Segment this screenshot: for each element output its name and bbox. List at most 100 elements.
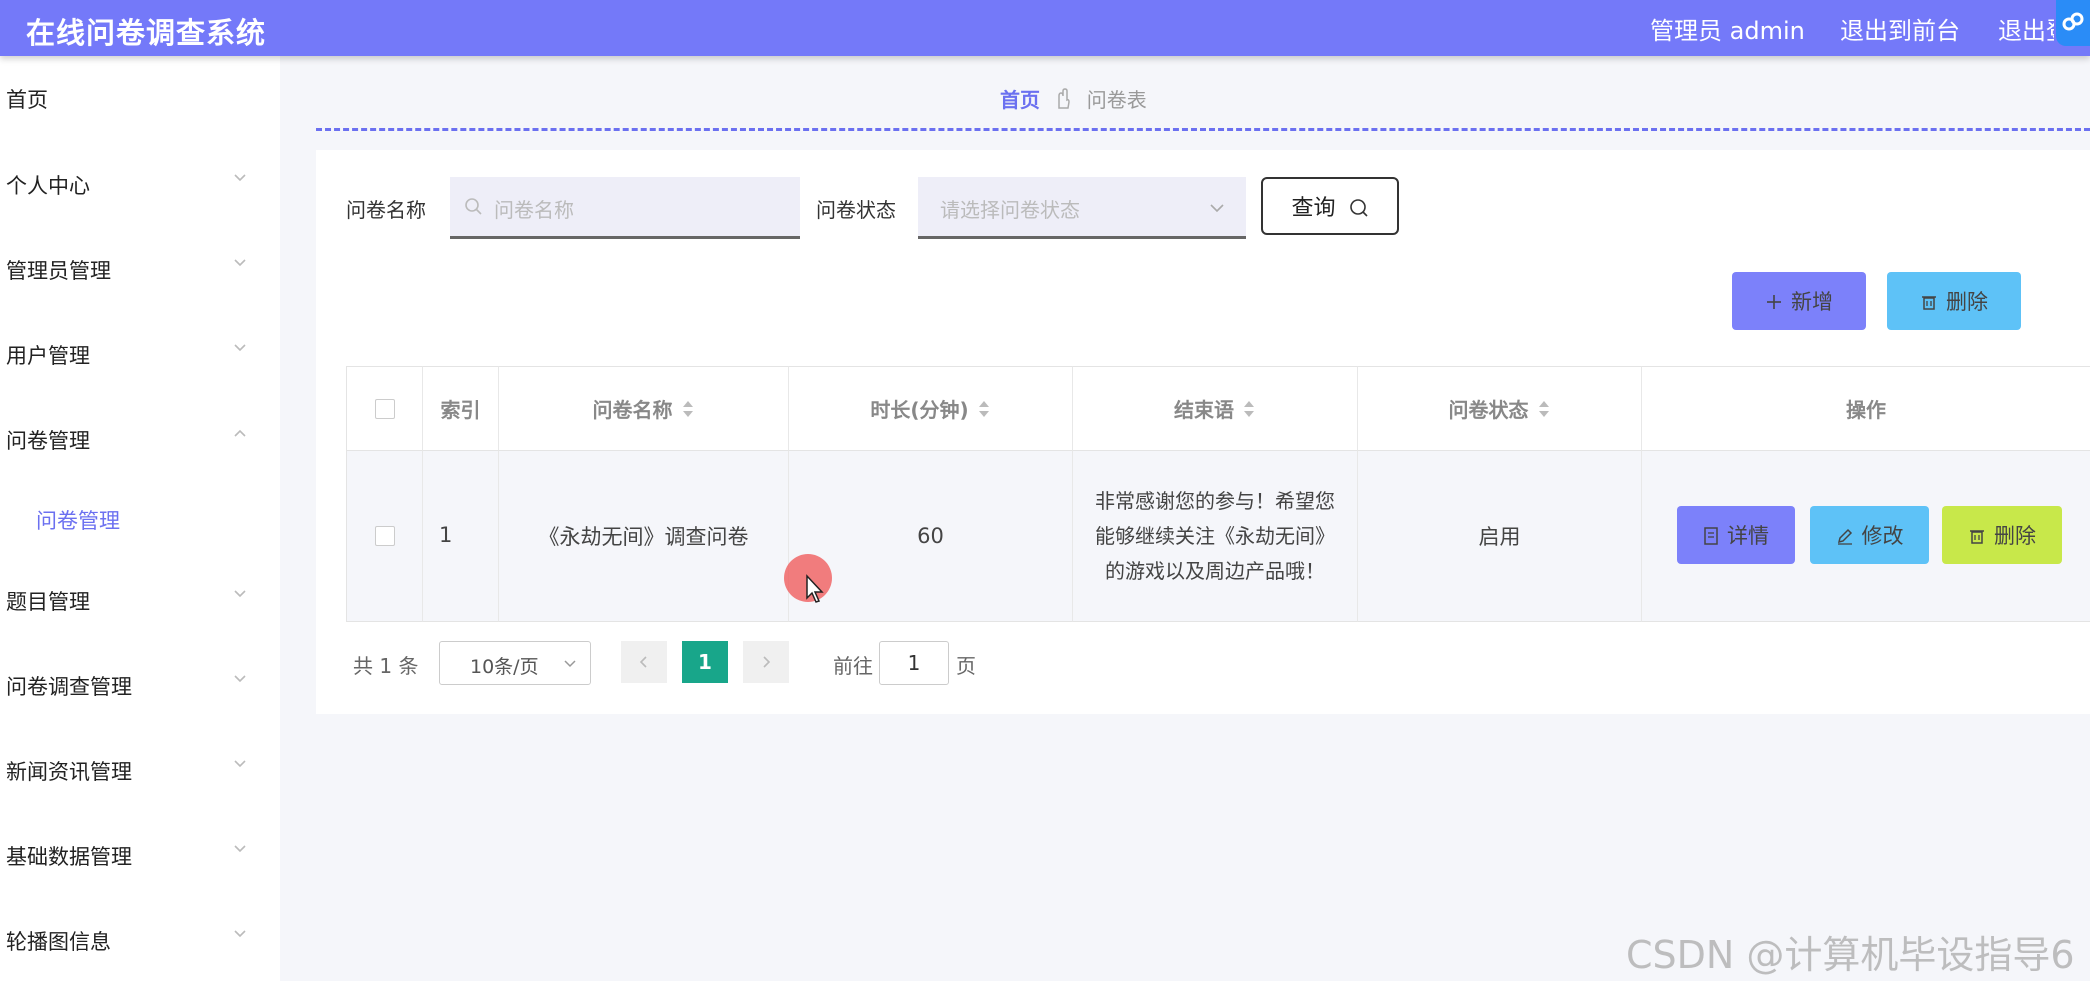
sidebar-item-label: 题目管理 <box>6 590 90 614</box>
breadcrumb-current: 问卷表 <box>1086 88 1147 112</box>
survey-name-input[interactable]: 问卷名称 <box>450 177 800 239</box>
sidebar-item-base-data[interactable]: 基础数据管理 <box>0 835 260 875</box>
column-header-label: 问卷状态 <box>1448 398 1529 422</box>
survey-status-label: 问卷状态 <box>816 198 896 222</box>
chevron-down-icon <box>234 590 246 598</box>
column-header-actions: 操作 <box>1642 366 2090 450</box>
page-suffix-label: 页 <box>956 654 976 678</box>
main-card: 问卷名称 问卷名称 问卷状态 请选择问卷状态 查询 新增 删除 索引 问卷名称 … <box>316 150 2090 714</box>
column-header-status[interactable]: 问卷状态 <box>1358 366 1642 450</box>
sort-icon[interactable] <box>977 399 991 419</box>
chevron-down-icon <box>234 174 246 182</box>
sidebar-item-label: 用户管理 <box>6 344 90 368</box>
edit-button[interactable]: 修改 <box>1810 506 1929 564</box>
survey-status-placeholder: 请选择问卷状态 <box>940 198 1080 222</box>
column-header-duration[interactable]: 时长(分钟) <box>789 366 1073 450</box>
detail-button[interactable]: 详情 <box>1677 506 1795 564</box>
sidebar-subitem-survey-manage[interactable]: 问卷管理 <box>36 505 120 535</box>
page-number-current[interactable]: 1 <box>682 641 728 683</box>
page-size-select[interactable]: 10条/页 <box>439 641 591 685</box>
sidebar-item-survey-investigation[interactable]: 问卷调查管理 <box>0 665 260 705</box>
select-all-checkbox[interactable] <box>374 398 395 419</box>
row-closing: 非常感谢您的参与！希望您能够继续关注《永劫无间》的游戏以及周边产品哦！ <box>1095 488 1335 583</box>
next-page-button[interactable] <box>743 641 789 683</box>
prev-page-button[interactable] <box>621 641 667 683</box>
chevron-down-icon <box>234 259 246 267</box>
sort-icon[interactable] <box>1537 399 1551 419</box>
chevron-down-icon <box>234 675 246 683</box>
goto-page-input[interactable]: 1 <box>879 641 949 685</box>
column-header-label: 时长(分钟) <box>870 398 969 422</box>
app-title: 在线问卷调查系统 <box>26 16 267 50</box>
edit-button-label: 修改 <box>1861 524 1904 548</box>
goto-label: 前往 <box>833 654 873 678</box>
pencil-icon <box>1836 527 1854 551</box>
query-button[interactable]: 查询 <box>1261 177 1399 235</box>
admin-user-label: 管理员 admin <box>1650 17 1805 45</box>
trash-icon <box>1968 527 1986 551</box>
chevron-down-icon <box>234 344 246 352</box>
sidebar-item-label: 个人中心 <box>6 174 90 198</box>
breadcrumb: 首页 问卷表 <box>1000 84 1147 113</box>
detail-button-label: 详情 <box>1727 524 1769 548</box>
link-icon <box>2062 12 2084 31</box>
column-header-name[interactable]: 问卷名称 <box>499 366 789 450</box>
floating-tool-button[interactable] <box>2056 0 2090 46</box>
plus-icon <box>1765 293 1783 317</box>
row-status-cell: 启用 <box>1358 450 1642 622</box>
sidebar-item-admin-manage[interactable]: 管理员管理 <box>0 249 260 289</box>
logout-link[interactable]: 退出登录 <box>1998 11 2054 46</box>
column-header-label: 结束语 <box>1174 398 1234 422</box>
sidebar-item-label: 问卷调查管理 <box>6 675 132 699</box>
row-index: 1 <box>439 523 453 547</box>
document-icon <box>1703 526 1719 551</box>
row-duration: 60 <box>917 524 944 548</box>
chevron-up-icon <box>234 429 246 437</box>
column-header-closing[interactable]: 结束语 <box>1073 366 1358 450</box>
sidebar-item-label: 轮播图信息 <box>6 930 111 954</box>
sort-icon[interactable] <box>1242 399 1256 419</box>
column-header-label: 问卷名称 <box>592 398 673 422</box>
row-name: 《永劫无间》调查问卷 <box>538 525 749 549</box>
row-checkbox-cell <box>346 450 423 622</box>
row-duration-cell: 60 <box>789 450 1073 622</box>
sidebar-item-user-manage[interactable]: 用户管理 <box>0 334 260 374</box>
chevron-down-icon <box>234 845 246 853</box>
chevron-down-icon <box>234 930 246 938</box>
breadcrumb-home[interactable]: 首页 <box>1000 88 1040 112</box>
add-button-label: 新增 <box>1791 290 1833 314</box>
exit-to-front-link[interactable]: 退出到前台 <box>1840 11 1960 46</box>
pagination-total: 共 1 条 <box>353 654 419 678</box>
add-button[interactable]: 新增 <box>1732 272 1866 330</box>
trash-icon <box>1920 293 1938 317</box>
row-checkbox[interactable] <box>374 526 395 546</box>
dashed-divider <box>316 128 2090 131</box>
column-header-label: 操作 <box>1846 398 1886 422</box>
search-icon <box>465 198 482 215</box>
sidebar-item-home[interactable]: 首页 <box>0 78 260 118</box>
watermark: CSDN @计算机毕设指导6 <box>1626 933 2075 977</box>
query-button-label: 查询 <box>1291 196 1336 221</box>
chevron-left-icon <box>639 656 647 668</box>
sidebar-item-survey-manage[interactable]: 问卷管理 <box>0 419 260 459</box>
page-size-value: 10条/页 <box>470 656 539 678</box>
chevron-down-icon <box>1210 204 1224 213</box>
survey-status-select[interactable]: 请选择问卷状态 <box>918 177 1246 239</box>
header-checkbox-cell <box>346 366 423 450</box>
sidebar-item-label: 问卷管理 <box>6 429 90 453</box>
chevron-down-icon <box>234 760 246 768</box>
sidebar-item-label: 管理员管理 <box>6 259 111 283</box>
column-header-label: 索引 <box>440 398 481 422</box>
sidebar-item-carousel[interactable]: 轮播图信息 <box>0 920 260 960</box>
sidebar-item-question-manage[interactable]: 题目管理 <box>0 580 260 620</box>
column-header-index: 索引 <box>423 366 499 450</box>
sidebar-item-profile[interactable]: 个人中心 <box>0 164 260 204</box>
top-header: 在线问卷调查系统 管理员 admin 退出到前台 退出登录 <box>0 0 2090 56</box>
chevron-right-icon <box>763 656 771 668</box>
batch-delete-button[interactable]: 删除 <box>1887 272 2021 330</box>
sidebar-item-news-manage[interactable]: 新闻资讯管理 <box>0 750 260 790</box>
row-index-cell: 1 <box>423 450 499 622</box>
sidebar-item-label: 新闻资讯管理 <box>6 760 132 784</box>
row-delete-button[interactable]: 删除 <box>1942 506 2062 564</box>
sort-icon[interactable] <box>681 399 695 419</box>
